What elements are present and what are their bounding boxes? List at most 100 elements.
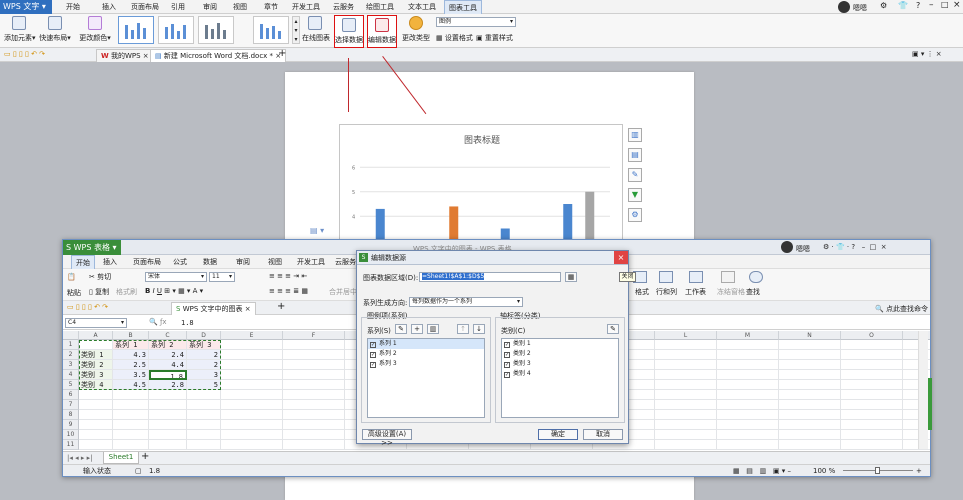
- tab-controls[interactable]: ▣ ▾ ⋮ ×: [912, 50, 942, 58]
- column-header[interactable]: D: [187, 331, 221, 340]
- table-cell[interactable]: 4.3: [113, 350, 149, 360]
- table-cell[interactable]: [187, 420, 221, 430]
- table-cell[interactable]: 1.8: [149, 370, 187, 380]
- table-cell[interactable]: [149, 430, 187, 440]
- table-cell[interactable]: [717, 370, 779, 380]
- edit-data-button[interactable]: 编辑数据: [367, 15, 397, 48]
- table-cell[interactable]: [779, 390, 841, 400]
- table-cell[interactable]: [283, 350, 345, 360]
- chart-elements-icon[interactable]: ▥: [628, 128, 642, 142]
- row-header[interactable]: 9: [63, 420, 79, 430]
- writer-menu-chart-tools[interactable]: 图表工具: [444, 0, 482, 14]
- table-cell[interactable]: 2: [187, 360, 221, 370]
- move-down-icon[interactable]: ↓: [473, 324, 485, 334]
- style-gallery-scroll[interactable]: ▴ ▾ ▾: [292, 16, 300, 44]
- move-up-icon[interactable]: ↑: [457, 324, 469, 334]
- font-size-select[interactable]: 11 ▾: [209, 272, 235, 282]
- column-header[interactable]: L: [655, 331, 717, 340]
- edit-series-icon[interactable]: ✎: [395, 324, 407, 334]
- table-cell[interactable]: [113, 390, 149, 400]
- row-header[interactable]: 5: [63, 380, 79, 390]
- row-header[interactable]: 11: [63, 440, 79, 450]
- et-menu-data[interactable]: 数据: [203, 255, 217, 269]
- chart-style-3[interactable]: [198, 16, 234, 44]
- zoom-slider-thumb[interactable]: [875, 467, 880, 474]
- column-header[interactable]: F: [283, 331, 345, 340]
- table-cell[interactable]: [779, 340, 841, 350]
- table-cell[interactable]: [221, 380, 283, 390]
- et-menu-insert[interactable]: 插入: [103, 255, 117, 269]
- checkbox-icon[interactable]: ✓: [370, 342, 376, 348]
- table-cell[interactable]: [149, 420, 187, 430]
- table-cell[interactable]: [779, 350, 841, 360]
- table-cell[interactable]: [187, 400, 221, 410]
- column-header[interactable]: E: [221, 331, 283, 340]
- column-header[interactable]: O: [841, 331, 903, 340]
- et-quick-access[interactable]: ▭ ▯ ▯ ▯ ↶ ↷: [67, 303, 108, 311]
- table-cell[interactable]: [717, 350, 779, 360]
- table-cell[interactable]: [283, 370, 345, 380]
- table-cell[interactable]: [779, 370, 841, 380]
- gear-icon[interactable]: ⚙: [628, 208, 642, 222]
- writer-menu-references[interactable]: 引用: [171, 0, 185, 14]
- set-format-button[interactable]: ▦ 设置格式: [436, 33, 473, 43]
- table-cell[interactable]: [221, 430, 283, 440]
- writer-menu-review[interactable]: 审阅: [203, 0, 217, 14]
- name-box[interactable]: C4 ▾: [65, 318, 127, 328]
- table-cell[interactable]: 4.4: [149, 360, 187, 370]
- table-cell[interactable]: [221, 400, 283, 410]
- table-cell[interactable]: [779, 360, 841, 370]
- et-window-controls[interactable]: ⚙ · 👕 · ? – □ ×: [823, 243, 887, 251]
- table-cell[interactable]: [655, 390, 717, 400]
- column-header[interactable]: A: [79, 331, 113, 340]
- table-cell[interactable]: [841, 360, 903, 370]
- table-cell[interactable]: [79, 340, 113, 350]
- table-cell[interactable]: [221, 410, 283, 420]
- table-cell[interactable]: 4.5: [113, 380, 149, 390]
- checkbox-icon[interactable]: ✓: [504, 352, 510, 358]
- writer-menu-draw-tools[interactable]: 绘图工具: [366, 0, 394, 14]
- row-header[interactable]: 8: [63, 410, 79, 420]
- merge-center-button[interactable]: 合并居中: [329, 287, 357, 297]
- advanced-settings-button[interactable]: 高级设置(A) >>: [362, 429, 412, 447]
- table-cell[interactable]: [283, 360, 345, 370]
- maximize-icon[interactable]: □: [941, 0, 949, 9]
- row-header[interactable]: 2: [63, 350, 79, 360]
- et-menu-cloud[interactable]: 云服务: [335, 255, 356, 269]
- table-cell[interactable]: [187, 440, 221, 450]
- delete-series-icon[interactable]: ▥: [427, 324, 439, 334]
- add-element-button[interactable]: 添加元素▾: [4, 14, 36, 48]
- format-button[interactable]: 格式: [635, 287, 649, 297]
- et-menu-devtools[interactable]: 开发工具: [297, 255, 325, 269]
- close-icon[interactable]: ×: [953, 0, 961, 10]
- column-header[interactable]: N: [779, 331, 841, 340]
- writer-menu-insert[interactable]: 插入: [102, 0, 116, 14]
- table-cell[interactable]: [187, 390, 221, 400]
- find-button[interactable]: 查找: [746, 287, 760, 297]
- copy-button[interactable]: ▯ 复制: [89, 287, 109, 297]
- table-cell[interactable]: [779, 440, 841, 450]
- table-cell[interactable]: [113, 410, 149, 420]
- table-cell[interactable]: 类别 3: [79, 370, 113, 380]
- table-cell[interactable]: [841, 430, 903, 440]
- side-panel-handle[interactable]: [928, 378, 932, 430]
- table-cell[interactable]: [221, 370, 283, 380]
- table-cell[interactable]: [841, 410, 903, 420]
- open-folder-icon[interactable]: ▭ ▯ ▯ ▯ ↶ ↷: [4, 50, 45, 58]
- table-cell[interactable]: [187, 410, 221, 420]
- chart-element-select[interactable]: 图例 ▾: [436, 17, 516, 27]
- dialog-close-button[interactable]: ×: [614, 251, 628, 264]
- chart-frame[interactable]: 图表标题 6543: [339, 124, 623, 245]
- table-cell[interactable]: [187, 430, 221, 440]
- checkbox-icon[interactable]: ✓: [504, 342, 510, 348]
- category-item-3[interactable]: ✓ 类别 3: [502, 359, 618, 369]
- table-cell[interactable]: [655, 400, 717, 410]
- table-cell[interactable]: [717, 420, 779, 430]
- table-cell[interactable]: [113, 420, 149, 430]
- column-header[interactable]: B: [113, 331, 149, 340]
- help-search[interactable]: 🔍 点此查找命令: [875, 304, 928, 314]
- writer-menu-chapter[interactable]: 章节: [264, 0, 278, 14]
- skin-icon[interactable]: 👕: [898, 1, 908, 10]
- close-tab-icon[interactable]: ×: [143, 52, 149, 60]
- table-cell[interactable]: [655, 350, 717, 360]
